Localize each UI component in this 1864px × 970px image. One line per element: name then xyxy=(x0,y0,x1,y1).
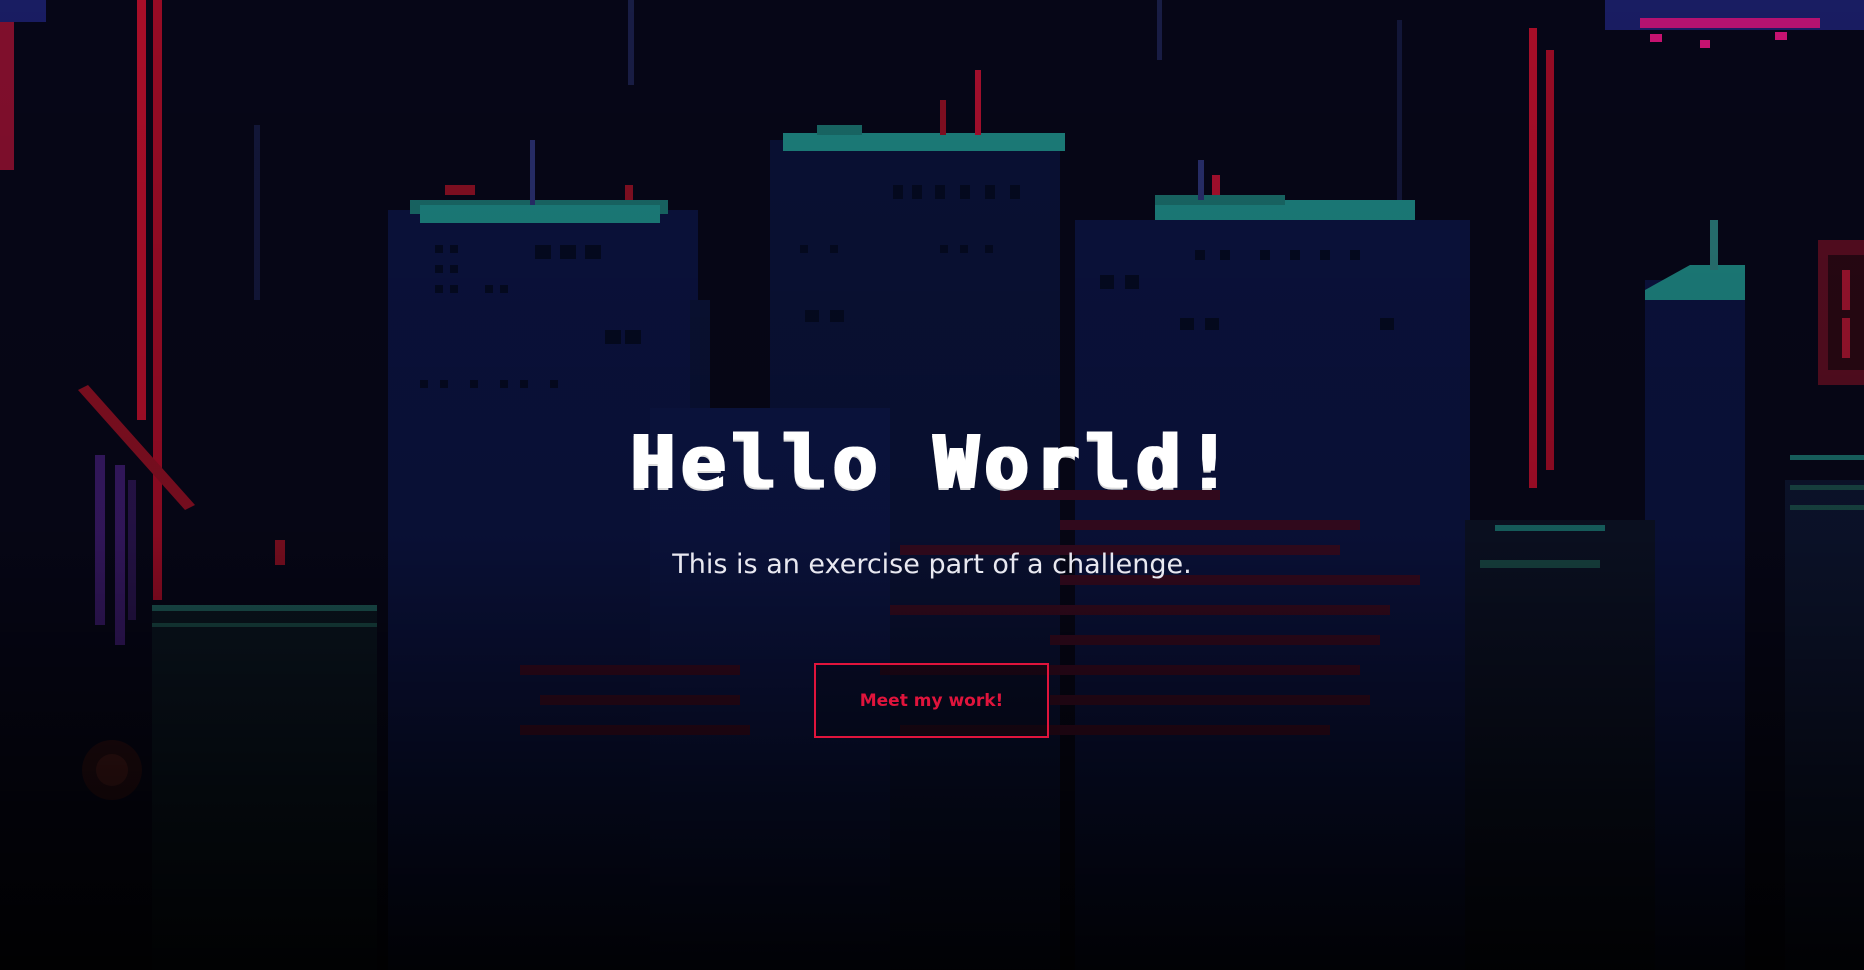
hero-title: Hello World! xyxy=(628,420,1236,506)
hero-content: Hello World! This is an exercise part of… xyxy=(0,0,1864,970)
meet-my-work-button[interactable]: Meet my work! xyxy=(814,663,1049,738)
hero-section: Hello World! This is an exercise part of… xyxy=(0,0,1864,970)
hero-subtitle: This is an exercise part of a challenge. xyxy=(672,549,1192,580)
